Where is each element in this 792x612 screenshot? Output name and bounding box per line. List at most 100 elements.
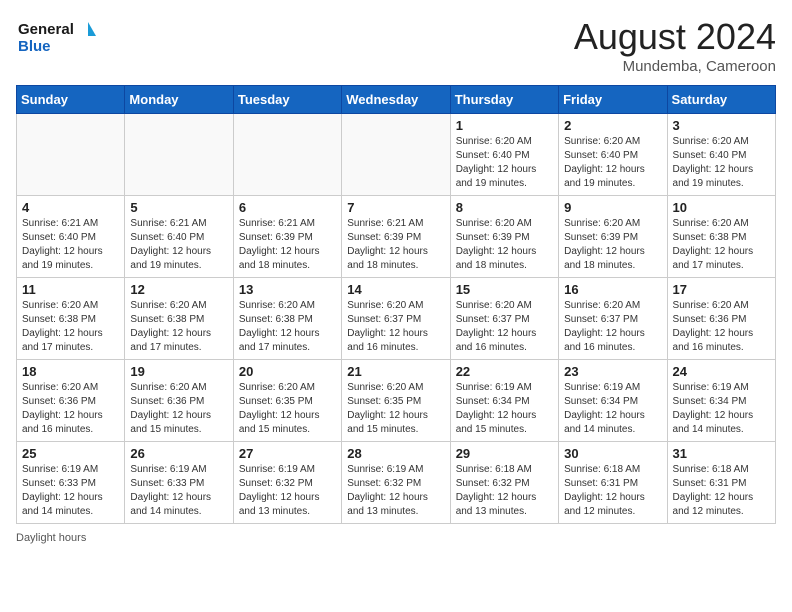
day-info: Sunrise: 6:20 AM Sunset: 6:39 PM Dayligh…: [564, 217, 661, 273]
calendar-cell: 28Sunrise: 6:19 AM Sunset: 6:32 PM Dayli…: [342, 442, 450, 524]
day-number: 19: [130, 364, 227, 379]
weekday-header-sunday: Sunday: [17, 86, 125, 114]
day-info: Sunrise: 6:21 AM Sunset: 6:39 PM Dayligh…: [347, 217, 444, 273]
calendar-cell: 6 Sunrise: 6:21 AM Sunset: 6:39 PM Daylig…: [233, 196, 341, 278]
calendar-week-2: 4 Sunrise: 6:21 AM Sunset: 6:40 PM Daylig…: [17, 196, 776, 278]
day-info: Sunrise: 6:20 AM Sunset: 6:37 PM Dayligh…: [564, 299, 661, 355]
day-info: Sunrise: 6:21 AM Sunset: 6:40 PM Dayligh…: [130, 217, 227, 273]
calendar-cell: 2Sunrise: 6:20 AM Sunset: 6:40 PM Daylig…: [559, 114, 667, 196]
day-number: 11: [22, 282, 119, 297]
calendar-cell: [125, 114, 233, 196]
calendar-cell: 1 Sunrise: 6:20 AM Sunset: 6:40 PM Daylig…: [450, 114, 558, 196]
day-number: 4: [22, 200, 119, 215]
day-number: 12: [130, 282, 227, 297]
calendar-cell: 22 Sunrise: 6:19 AM Sunset: 6:34 PM Dayli…: [450, 360, 558, 442]
day-number: 31: [673, 446, 770, 461]
svg-text:General: General: [18, 21, 74, 38]
calendar-cell: 12 Sunrise: 6:20 AM Sunset: 6:38 PM Dayli…: [125, 278, 233, 360]
weekday-header-tuesday: Tuesday: [233, 86, 341, 114]
day-number: 10: [673, 200, 770, 215]
day-number: 25: [22, 446, 119, 461]
calendar-cell: [17, 114, 125, 196]
day-info: Sunrise: 6:20 AM Sunset: 6:37 PM Dayligh…: [347, 299, 444, 355]
day-info: Sunrise: 6:20 AM Sunset: 6:35 PM Dayligh…: [239, 381, 336, 437]
calendar-cell: 10 Sunrise: 6:20 AM Sunset: 6:38 PM Dayli…: [667, 196, 775, 278]
day-number: 8: [456, 200, 553, 215]
day-number: 21: [347, 364, 444, 379]
weekday-header-row: SundayMondayTuesdayWednesdayThursdayFrid…: [17, 86, 776, 114]
day-info: Sunrise: 6:20 AM Sunset: 6:40 PM Dayligh…: [456, 135, 553, 191]
day-number: 20: [239, 364, 336, 379]
day-info: Sunrise: 6:19 AM Sunset: 6:33 PM Dayligh…: [130, 463, 227, 519]
calendar-cell: 4Sunrise: 6:21 AM Sunset: 6:40 PM Daylig…: [17, 196, 125, 278]
day-number: 14: [347, 282, 444, 297]
title-block: August 2024 Mundemba, Cameroon: [574, 16, 776, 75]
page-header: General Blue August 2024 Mundemba, Camer…: [16, 16, 776, 75]
footer-note: Daylight hours: [16, 532, 776, 544]
day-info: Sunrise: 6:20 AM Sunset: 6:38 PM Dayligh…: [130, 299, 227, 355]
day-info: Sunrise: 6:20 AM Sunset: 6:36 PM Dayligh…: [22, 381, 119, 437]
calendar-cell: 8Sunrise: 6:20 AM Sunset: 6:39 PM Daylig…: [450, 196, 558, 278]
weekday-header-monday: Monday: [125, 86, 233, 114]
day-number: 15: [456, 282, 553, 297]
day-info: Sunrise: 6:18 AM Sunset: 6:31 PM Dayligh…: [673, 463, 770, 519]
day-info: Sunrise: 6:20 AM Sunset: 6:38 PM Dayligh…: [239, 299, 336, 355]
day-number: 27: [239, 446, 336, 461]
calendar-cell: [233, 114, 341, 196]
logo: General Blue: [16, 16, 96, 58]
day-info: Sunrise: 6:19 AM Sunset: 6:34 PM Dayligh…: [564, 381, 661, 437]
day-number: 16: [564, 282, 661, 297]
calendar-week-4: 18 Sunrise: 6:20 AM Sunset: 6:36 PM Dayli…: [17, 360, 776, 442]
day-number: 30: [564, 446, 661, 461]
day-number: 17: [673, 282, 770, 297]
day-number: 13: [239, 282, 336, 297]
day-number: 24: [673, 364, 770, 379]
month-year: August 2024: [574, 16, 776, 58]
daylight-hours-label: Daylight hours: [16, 532, 86, 544]
calendar-week-1: 1 Sunrise: 6:20 AM Sunset: 6:40 PM Daylig…: [17, 114, 776, 196]
weekday-header-friday: Friday: [559, 86, 667, 114]
svg-text:Blue: Blue: [18, 38, 51, 55]
calendar-cell: 15Sunrise: 6:20 AM Sunset: 6:37 PM Dayli…: [450, 278, 558, 360]
calendar-cell: 29Sunrise: 6:18 AM Sunset: 6:32 PM Dayli…: [450, 442, 558, 524]
day-number: 18: [22, 364, 119, 379]
day-number: 22: [456, 364, 553, 379]
calendar-cell: 23 Sunrise: 6:19 AM Sunset: 6:34 PM Dayli…: [559, 360, 667, 442]
day-number: 1: [456, 118, 553, 133]
calendar-cell: 24 Sunrise: 6:19 AM Sunset: 6:34 PM Dayli…: [667, 360, 775, 442]
day-info: Sunrise: 6:19 AM Sunset: 6:33 PM Dayligh…: [22, 463, 119, 519]
day-number: 29: [456, 446, 553, 461]
calendar-table: SundayMondayTuesdayWednesdayThursdayFrid…: [16, 85, 776, 524]
calendar-cell: 18 Sunrise: 6:20 AM Sunset: 6:36 PM Dayli…: [17, 360, 125, 442]
calendar-cell: 31 Sunrise: 6:18 AM Sunset: 6:31 PM Dayli…: [667, 442, 775, 524]
calendar-cell: 21Sunrise: 6:20 AM Sunset: 6:35 PM Dayli…: [342, 360, 450, 442]
day-number: 3: [673, 118, 770, 133]
calendar-cell: 30Sunrise: 6:18 AM Sunset: 6:31 PM Dayli…: [559, 442, 667, 524]
day-number: 9: [564, 200, 661, 215]
day-number: 6: [239, 200, 336, 215]
calendar-cell: 3 Sunrise: 6:20 AM Sunset: 6:40 PM Daylig…: [667, 114, 775, 196]
day-info: Sunrise: 6:21 AM Sunset: 6:39 PM Dayligh…: [239, 217, 336, 273]
calendar-cell: 7Sunrise: 6:21 AM Sunset: 6:39 PM Daylig…: [342, 196, 450, 278]
calendar-cell: [342, 114, 450, 196]
calendar-cell: 14 Sunrise: 6:20 AM Sunset: 6:37 PM Dayli…: [342, 278, 450, 360]
day-info: Sunrise: 6:19 AM Sunset: 6:34 PM Dayligh…: [673, 381, 770, 437]
day-number: 2: [564, 118, 661, 133]
day-number: 23: [564, 364, 661, 379]
day-info: Sunrise: 6:20 AM Sunset: 6:36 PM Dayligh…: [130, 381, 227, 437]
weekday-header-wednesday: Wednesday: [342, 86, 450, 114]
location: Mundemba, Cameroon: [574, 58, 776, 75]
day-number: 26: [130, 446, 227, 461]
calendar-cell: 9 Sunrise: 6:20 AM Sunset: 6:39 PM Daylig…: [559, 196, 667, 278]
calendar-cell: 5Sunrise: 6:21 AM Sunset: 6:40 PM Daylig…: [125, 196, 233, 278]
calendar-cell: 19 Sunrise: 6:20 AM Sunset: 6:36 PM Dayli…: [125, 360, 233, 442]
calendar-cell: 27 Sunrise: 6:19 AM Sunset: 6:32 PM Dayli…: [233, 442, 341, 524]
weekday-header-saturday: Saturday: [667, 86, 775, 114]
calendar-cell: 13 Sunrise: 6:20 AM Sunset: 6:38 PM Dayli…: [233, 278, 341, 360]
day-info: Sunrise: 6:20 AM Sunset: 6:40 PM Dayligh…: [673, 135, 770, 191]
day-info: Sunrise: 6:19 AM Sunset: 6:32 PM Dayligh…: [239, 463, 336, 519]
day-info: Sunrise: 6:20 AM Sunset: 6:38 PM Dayligh…: [673, 217, 770, 273]
day-info: Sunrise: 6:19 AM Sunset: 6:34 PM Dayligh…: [456, 381, 553, 437]
day-info: Sunrise: 6:20 AM Sunset: 6:38 PM Dayligh…: [22, 299, 119, 355]
calendar-cell: 26 Sunrise: 6:19 AM Sunset: 6:33 PM Dayli…: [125, 442, 233, 524]
